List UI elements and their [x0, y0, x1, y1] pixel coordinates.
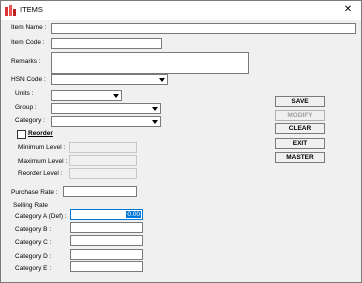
- item-code-label: Item Code :: [11, 39, 45, 46]
- category-select[interactable]: [51, 116, 161, 127]
- item-name-label: Item Name :: [11, 24, 47, 31]
- category-b-label: Category B :: [15, 226, 52, 233]
- chevron-down-icon: [152, 107, 158, 111]
- maximum-level-input[interactable]: [69, 155, 137, 166]
- app-icon: [5, 5, 16, 16]
- clear-button[interactable]: CLEAR: [275, 123, 325, 134]
- selling-rate-title: Selling Rate: [13, 202, 49, 209]
- modify-button[interactable]: MODIFY: [275, 110, 325, 121]
- group-select[interactable]: [51, 103, 161, 114]
- purchase-rate-label: Purchase Rate :: [11, 189, 58, 196]
- reorder-checkbox[interactable]: [17, 130, 26, 139]
- master-button[interactable]: MASTER: [275, 152, 325, 163]
- chevron-down-icon: [159, 78, 165, 82]
- item-code-input[interactable]: [51, 38, 162, 49]
- category-c-input[interactable]: [70, 235, 143, 246]
- title-bar[interactable]: ITEMS ✕: [1, 1, 361, 20]
- chevron-down-icon: [152, 120, 158, 124]
- close-icon[interactable]: ✕: [339, 2, 357, 18]
- category-a-value: 0.00: [126, 211, 141, 218]
- category-e-input[interactable]: [70, 261, 143, 272]
- minimum-level-label: Minimum Level :: [18, 144, 66, 151]
- purchase-rate-input[interactable]: [63, 186, 137, 197]
- category-e-label: Category E :: [15, 265, 52, 272]
- item-name-input[interactable]: [51, 23, 356, 34]
- reorder-level-label: Reorder Level :: [18, 170, 63, 177]
- remarks-input[interactable]: [51, 52, 249, 74]
- maximum-level-label: Maximum Level :: [18, 158, 68, 165]
- window-title: ITEMS: [20, 5, 43, 14]
- category-c-label: Category C :: [15, 239, 52, 246]
- category-b-input[interactable]: [70, 222, 143, 233]
- reorder-label: Reorder: [28, 130, 53, 137]
- category-d-input[interactable]: [70, 249, 143, 260]
- save-button[interactable]: SAVE: [275, 96, 325, 107]
- chevron-down-icon: [113, 94, 119, 98]
- minimum-level-input[interactable]: [69, 142, 137, 153]
- remarks-label: Remarks :: [11, 58, 41, 65]
- group-label: Group :: [15, 104, 37, 111]
- category-label: Category :: [15, 117, 45, 124]
- items-window: ITEMS ✕ Item Name : Item Code : Remarks …: [0, 0, 362, 283]
- category-a-input[interactable]: 0.00: [70, 209, 143, 220]
- hsn-code-label: HSN Code :: [11, 76, 46, 83]
- units-select[interactable]: [51, 90, 122, 101]
- category-d-label: Category D :: [15, 253, 52, 260]
- exit-button[interactable]: EXIT: [275, 138, 325, 149]
- hsn-code-select[interactable]: [51, 74, 168, 85]
- units-label: Units :: [15, 90, 34, 97]
- reorder-level-input[interactable]: [69, 168, 137, 179]
- category-a-label: Category A (Def) :: [15, 213, 67, 220]
